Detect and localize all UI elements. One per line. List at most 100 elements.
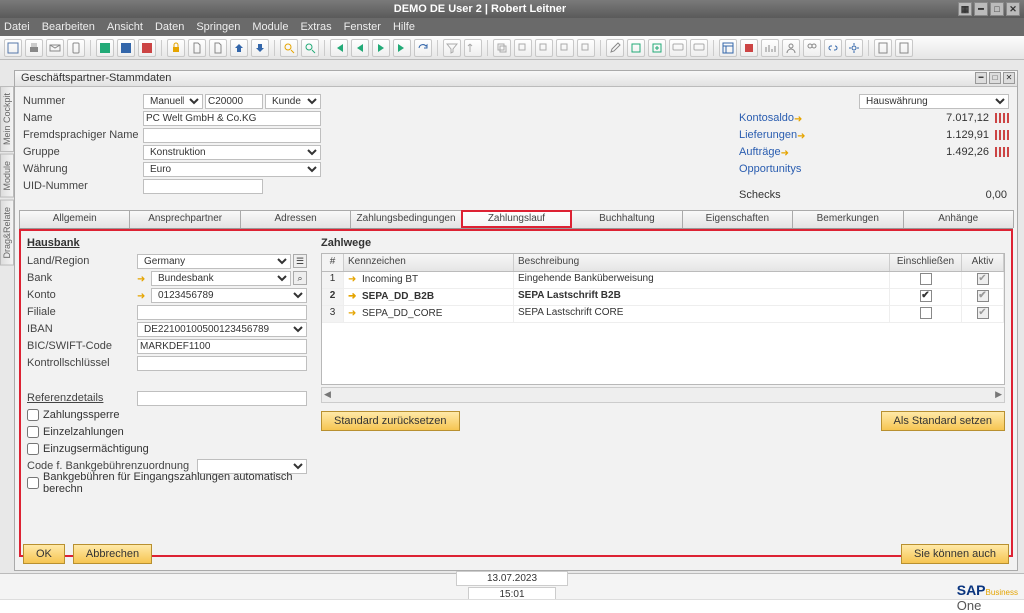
arrow-icon[interactable] [781,147,793,157]
land-choose-icon[interactable]: ☰ [293,254,307,268]
arrow-icon[interactable] [794,113,806,123]
tab-bemerkungen[interactable]: Bemerkungen [792,210,903,228]
tool-settings-icon[interactable] [845,39,863,57]
tab-buchhaltung[interactable]: Buchhaltung [571,210,682,228]
bank-choose-icon[interactable]: ⌕ [293,271,307,285]
tool-export-word-icon[interactable] [117,39,135,57]
zahlungssperre-checkbox[interactable] [27,409,39,421]
bar-icon[interactable] [995,130,1009,140]
tool-refresh-icon[interactable] [414,39,432,57]
window-min-icon[interactable]: ━ [974,2,988,16]
tool-msg2-icon[interactable] [690,39,708,57]
tool-lock-icon[interactable] [167,39,185,57]
tab-adressen[interactable]: Adressen [240,210,351,228]
tool-sort-icon[interactable] [464,39,482,57]
tool-copy5-icon[interactable] [577,39,595,57]
tool-layout-icon[interactable] [719,39,737,57]
tool-down-icon[interactable] [251,39,269,57]
window-grid-icon[interactable]: ▦ [958,2,972,16]
bank-select[interactable]: Bundesbank [151,271,291,286]
grid-hscrollbar[interactable] [321,387,1005,403]
kontosaldo-link[interactable]: Kontosaldo [739,112,794,124]
window-close-icon[interactable]: ✕ [1006,2,1020,16]
col-beschreibung[interactable]: Beschreibung [514,254,890,271]
menu-help[interactable]: Hilfe [393,21,415,33]
side-tab-module[interactable]: Module [0,154,14,198]
table-row[interactable]: 2SEPA_DD_B2BSEPA Lastschrift B2B✔✔ [322,289,1004,306]
tool-users-icon[interactable] [803,39,821,57]
tool-note-icon[interactable] [627,39,645,57]
hauswaehrung-select[interactable]: Hauswährung [859,94,1009,109]
include-checkbox[interactable]: ✔ [920,290,932,302]
konto-select[interactable]: 0123456789 [151,288,307,303]
reset-default-button[interactable]: Standard zurücksetzen [321,411,460,431]
name-input[interactable] [143,111,321,126]
land-select[interactable]: Germany [137,254,291,269]
tab-allgemein[interactable]: Allgemein [19,210,130,228]
tool-sms-icon[interactable] [67,39,85,57]
arrow-icon[interactable] [797,130,809,140]
einzelzahlungen-checkbox[interactable] [27,426,39,438]
ok-button[interactable]: OK [23,544,65,564]
einzug-checkbox[interactable] [27,443,39,455]
side-tab-cockpit[interactable]: Mein Cockpit [0,86,14,152]
nummer-type-select[interactable]: Kunde [265,94,321,109]
opportunitys-link[interactable]: Opportunitys [739,163,801,175]
tool-find2-icon[interactable] [301,39,319,57]
arrow-icon[interactable] [137,290,149,300]
menu-modules[interactable]: Module [252,21,288,33]
col-idx[interactable]: # [322,254,344,271]
menu-edit[interactable]: Bearbeiten [42,21,95,33]
tool-add-icon[interactable] [648,39,666,57]
window-max-icon[interactable]: □ [990,2,1004,16]
autobank-checkbox[interactable] [27,477,39,489]
include-checkbox[interactable] [920,307,932,319]
tool-export-pdf-icon[interactable] [138,39,156,57]
arrow-icon[interactable] [137,273,149,283]
tab-zahlungsbedingungen[interactable]: Zahlungsbedingungen [350,210,461,228]
lieferungen-link[interactable]: Lieferungen [739,129,797,141]
table-row[interactable]: 1Incoming BTEingehende Banküberweisung✔ [322,272,1004,289]
referenz-input[interactable] [137,391,307,406]
menu-data[interactable]: Daten [155,21,184,33]
bar-icon[interactable] [995,147,1009,157]
arrow-icon[interactable] [348,273,360,283]
gruppe-select[interactable]: Konstruktion [143,145,321,160]
you-can-also-button[interactable]: Sie können auch [901,544,1009,564]
tool-msg-icon[interactable] [669,39,687,57]
menu-goto[interactable]: Springen [196,21,240,33]
tool-doc-icon[interactable] [188,39,206,57]
bar-icon[interactable] [995,113,1009,123]
tab-anhaenge[interactable]: Anhänge [903,210,1014,228]
menu-view[interactable]: Ansicht [107,21,143,33]
table-row[interactable]: 3SEPA_DD_CORESEPA Lastschrift CORE✔ [322,306,1004,323]
set-default-button[interactable]: Als Standard setzen [881,411,1005,431]
tab-eigenschaften[interactable]: Eigenschaften [682,210,793,228]
tool-filter-icon[interactable] [443,39,461,57]
menu-extras[interactable]: Extras [300,21,331,33]
tool-alert-icon[interactable] [740,39,758,57]
tab-ansprechpartner[interactable]: Ansprechpartner [129,210,240,228]
inner-max-icon[interactable]: □ [989,72,1001,84]
inner-min-icon[interactable]: ━ [975,72,987,84]
fremd-input[interactable] [143,128,321,143]
col-einschliessen[interactable]: Einschließen [890,254,962,271]
auftraege-link[interactable]: Aufträge [739,146,781,158]
tool-up-icon[interactable] [230,39,248,57]
nummer-input[interactable] [205,94,263,109]
tool-export-excel-icon[interactable] [96,39,114,57]
ks-input[interactable] [137,356,307,371]
tool-print-icon[interactable] [25,39,43,57]
waehrung-select[interactable]: Euro [143,162,321,177]
arrow-icon[interactable] [348,290,360,300]
col-kennzeichen[interactable]: Kennzeichen [344,254,514,271]
tool-copy2-icon[interactable] [514,39,532,57]
tool-copy-icon[interactable] [493,39,511,57]
tool-copy4-icon[interactable] [556,39,574,57]
tool-next-icon[interactable] [372,39,390,57]
col-aktiv[interactable]: Aktiv [962,254,1004,271]
bic-input[interactable] [137,339,307,354]
tool-prev-icon[interactable] [351,39,369,57]
tool-user-icon[interactable] [782,39,800,57]
tool-first-icon[interactable] [330,39,348,57]
